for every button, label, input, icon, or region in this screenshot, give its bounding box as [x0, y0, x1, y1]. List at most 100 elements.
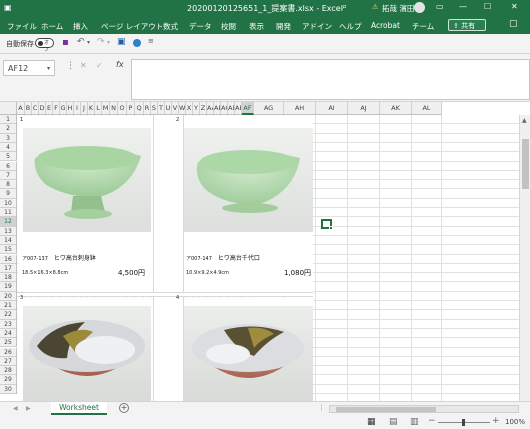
column-header[interactable]: B	[25, 102, 32, 115]
cancel-icon[interactable]: ✕	[80, 61, 87, 70]
column-header[interactable]: L	[95, 102, 102, 115]
add-sheet-button[interactable]: +	[119, 403, 129, 413]
customize-qat-icon[interactable]: ≡	[148, 37, 154, 45]
tab-help[interactable]: ヘルプ	[339, 21, 362, 32]
share-button[interactable]: ⇪ 共有	[448, 19, 486, 31]
row-header[interactable]: 12	[0, 217, 17, 227]
tab-insert[interactable]: 挿入	[73, 21, 88, 32]
tab-home[interactable]: ホーム	[41, 21, 63, 32]
row-header[interactable]: 21	[0, 301, 17, 311]
row-header[interactable]: 1	[0, 115, 17, 125]
column-header[interactable]: AB	[214, 102, 221, 115]
column-header[interactable]: A	[17, 102, 25, 115]
page-break-view-icon[interactable]: ▥	[410, 417, 419, 427]
ribbon-options-icon[interactable]: ▭	[436, 2, 444, 11]
select-all-corner[interactable]	[0, 102, 17, 115]
column-header[interactable]: AA	[207, 102, 214, 115]
column-header[interactable]: AL	[412, 102, 442, 115]
active-cell[interactable]	[321, 219, 333, 230]
cloud-icon[interactable]	[133, 39, 141, 47]
row-header[interactable]: 30	[0, 384, 17, 394]
row-header[interactable]: 3	[0, 133, 17, 143]
scroll-thumb[interactable]	[522, 139, 529, 189]
row-header[interactable]: 14	[0, 235, 17, 246]
horizontal-scrollbar[interactable]	[329, 405, 519, 413]
row-header[interactable]: 18	[0, 273, 17, 283]
zoom-out-button[interactable]: −	[428, 416, 436, 426]
row-header[interactable]: 11	[0, 208, 17, 218]
row-header[interactable]: 22	[0, 310, 17, 320]
row-header[interactable]: 6	[0, 161, 17, 171]
column-header[interactable]: G	[60, 102, 67, 115]
row-header[interactable]: 5	[0, 152, 17, 162]
row-header[interactable]: 16	[0, 254, 17, 264]
column-header[interactable]: AH	[284, 102, 316, 115]
column-header[interactable]: R	[144, 102, 151, 115]
insert-function-button[interactable]: fx	[116, 60, 124, 69]
normal-view-icon[interactable]: ▦	[367, 417, 376, 427]
print-preview-icon[interactable]: ▣	[117, 37, 126, 47]
tab-data[interactable]: データ	[189, 21, 212, 32]
column-header[interactable]: Q	[135, 102, 144, 115]
tab-review[interactable]: 校閲	[221, 21, 236, 32]
maximize-button[interactable]: ☐	[484, 2, 491, 11]
zoom-slider[interactable]	[438, 419, 490, 426]
column-header[interactable]: N	[110, 102, 118, 115]
column-header[interactable]: V	[172, 102, 179, 115]
sheet-tab-worksheet[interactable]: Worksheet	[51, 402, 107, 415]
tab-acrobat[interactable]: Acrobat	[371, 21, 400, 30]
minimize-button[interactable]: —	[459, 2, 467, 11]
column-header[interactable]: AE	[235, 102, 242, 115]
row-header[interactable]: 10	[0, 198, 17, 208]
enter-icon[interactable]: ✓	[96, 61, 103, 70]
sheet-prev-icon[interactable]: ◀	[13, 405, 18, 412]
column-header[interactable]: I	[74, 102, 81, 115]
tab-team[interactable]: チーム	[412, 21, 434, 32]
column-header[interactable]: AG	[254, 102, 284, 115]
row-header[interactable]: 20	[0, 291, 17, 301]
column-header[interactable]: K	[88, 102, 95, 115]
column-header[interactable]: AJ	[348, 102, 380, 115]
comment-icon[interactable]: ▢	[509, 19, 522, 31]
undo-icon[interactable]: ↶	[77, 37, 85, 47]
tab-page-layout[interactable]: ページ レイアウト	[101, 21, 163, 32]
row-header[interactable]: 13	[0, 226, 17, 236]
column-header[interactable]: S	[151, 102, 158, 115]
row-header[interactable]: 26	[0, 347, 17, 357]
column-header[interactable]: W	[179, 102, 186, 115]
row-header[interactable]: 15	[0, 245, 17, 255]
sheet-next-icon[interactable]: ▶	[26, 405, 31, 412]
undo-dropdown-icon[interactable]: ▾	[87, 39, 90, 46]
autosave-toggle[interactable]: オフ	[35, 38, 54, 53]
tab-developer[interactable]: 開発	[276, 21, 291, 32]
save-icon[interactable]: ▪	[62, 37, 69, 48]
page-layout-view-icon[interactable]: ▤	[389, 417, 398, 427]
worksheet-grid[interactable]: ABCDEFGHIJKLMNOPQRSTUVWXYZAAABACADAEAFAG…	[0, 102, 530, 401]
column-header[interactable]: AF	[242, 102, 254, 115]
column-header[interactable]: T	[158, 102, 165, 115]
h-scroll-thumb[interactable]	[336, 407, 436, 412]
row-header[interactable]: 29	[0, 375, 17, 385]
user-name[interactable]: 拓哉 濱田	[382, 3, 414, 14]
column-header[interactable]: C	[32, 102, 39, 115]
redo-icon[interactable]: ↷	[97, 37, 105, 47]
row-header[interactable]: 4	[0, 142, 17, 153]
column-header[interactable]: J	[81, 102, 88, 115]
column-header[interactable]: AC	[221, 102, 228, 115]
column-header[interactable]: P	[127, 102, 135, 115]
row-header[interactable]: 25	[0, 338, 17, 348]
tab-file[interactable]: ファイル	[7, 21, 37, 32]
zoom-slider-thumb[interactable]	[462, 419, 465, 426]
fill-handle[interactable]	[329, 226, 333, 230]
name-box-dropdown-icon[interactable]: ▾	[47, 65, 50, 72]
zoom-in-button[interactable]: +	[492, 416, 500, 426]
column-header[interactable]: X	[186, 102, 193, 115]
avatar[interactable]	[414, 2, 425, 13]
row-header[interactable]: 2	[0, 124, 17, 134]
tab-addins[interactable]: アドイン	[302, 21, 332, 32]
row-header[interactable]: 7	[0, 170, 17, 181]
column-header[interactable]: F	[53, 102, 60, 115]
column-header[interactable]: U	[165, 102, 172, 115]
row-header[interactable]: 24	[0, 328, 17, 339]
tab-split-handle[interactable]: ⋮	[318, 404, 325, 412]
